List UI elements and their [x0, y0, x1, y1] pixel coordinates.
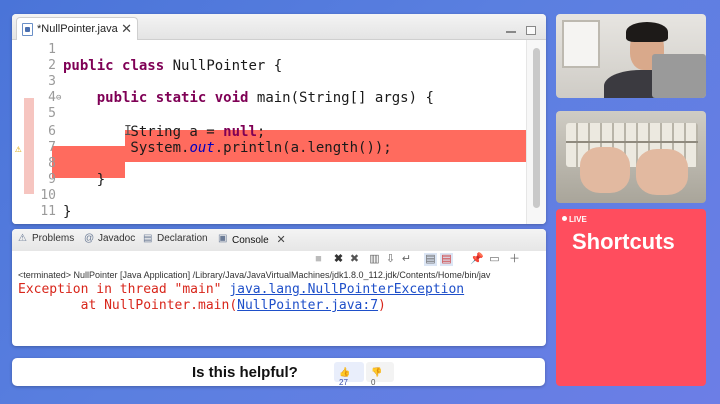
- code-line[interactable]: 4 ⊖ public static void main(String[] args…: [12, 90, 526, 106]
- code-text: System.out.println(a.length());: [63, 140, 392, 156]
- maximize-icon[interactable]: [526, 26, 536, 35]
- tab-label: Console: [232, 235, 269, 246]
- exception-prefix: Exception in thread "main": [18, 282, 230, 297]
- line-number: 10: [40, 188, 56, 203]
- line-number: 11: [40, 204, 56, 219]
- line-number: 3: [48, 74, 56, 89]
- line-number: 5: [48, 106, 56, 121]
- code-line[interactable]: 11}: [12, 204, 526, 220]
- keyboard-row-divider: [566, 141, 698, 143]
- minimize-icon[interactable]: [505, 29, 516, 33]
- code-line[interactable]: 5: [12, 106, 526, 122]
- tab-nullpointer-java[interactable]: *NullPointer.java ✕: [16, 17, 138, 40]
- code-line[interactable]: 7 ⚠ System.out.println(a.length());: [12, 140, 526, 156]
- thumbs-down-icon: 👎: [371, 367, 383, 377]
- console-window: ⚠ Problems @ Javadoc ▤ Declaration ▣ Con…: [12, 229, 546, 346]
- code-text: }: [63, 204, 72, 220]
- tab-label: Javadoc: [98, 233, 136, 244]
- remove-launch-icon[interactable]: ✖: [332, 253, 345, 266]
- like-button[interactable]: 👍27: [334, 362, 364, 387]
- feedback-question: Is this helpful?: [192, 364, 298, 381]
- live-badge: LIVE: [562, 215, 587, 224]
- tab-javadoc[interactable]: @ Javadoc: [84, 233, 135, 249]
- live-label: LIVE: [569, 215, 587, 224]
- right-hand: [636, 149, 688, 195]
- code-text: public class NullPointer {: [63, 58, 283, 74]
- close-icon[interactable]: ✕: [121, 21, 132, 37]
- tab-console[interactable]: ▣ Console ✕: [218, 233, 286, 249]
- background-window: [562, 20, 600, 68]
- code-text: public static void main(String[] args) {: [96, 90, 434, 106]
- code-area[interactable]: 1 2 public class NullPointer { 3 4 ⊖ public s…: [12, 40, 527, 224]
- java-file-icon: [22, 23, 33, 36]
- console-output: Exception in thread "main" java.lang.Nul…: [18, 282, 464, 314]
- show-on-output-icon[interactable]: ▤: [424, 253, 437, 266]
- code-line[interactable]: 1: [12, 42, 526, 58]
- dislike-button[interactable]: 👎0: [366, 362, 394, 387]
- open-console-icon[interactable]: ＋: [508, 253, 521, 266]
- line-number: 9: [48, 172, 56, 187]
- laptop: [652, 54, 706, 98]
- code-editor-window: *NullPointer.java ✕ 1 2 public class NullP…: [12, 14, 546, 224]
- stack-prefix: at NullPointer.main(: [18, 298, 238, 313]
- console-toolbar: ■ ✖ ✖ ▥ ⇩ ↵ ▤ ▤ 📌 ▭ ＋: [12, 251, 546, 269]
- clear-console-icon[interactable]: ▥: [368, 253, 381, 266]
- problems-icon: ⚠: [18, 233, 27, 244]
- terminated-status: <terminated> NullPointer [Java Applicati…: [18, 270, 491, 280]
- console-icon: ▣: [218, 233, 228, 244]
- webcam-keyboard-view: [556, 111, 706, 203]
- code-line[interactable]: 3: [12, 74, 526, 90]
- pin-console-icon[interactable]: 📌: [470, 253, 484, 266]
- left-hand: [580, 147, 630, 193]
- dislike-count: 0: [371, 378, 376, 387]
- close-icon[interactable]: ✕: [276, 234, 285, 246]
- declaration-icon: ▤: [143, 233, 153, 244]
- javadoc-icon: @: [84, 233, 95, 244]
- shortcuts-card: LIVE Shortcuts: [556, 209, 706, 386]
- line-number: 2: [48, 58, 56, 73]
- tab-label: Declaration: [157, 233, 208, 244]
- stack-trace-link[interactable]: NullPointer.java:7: [237, 298, 378, 313]
- live-dot-icon: [562, 216, 567, 221]
- code-text: String a = null;: [63, 124, 266, 140]
- scroll-lock-icon[interactable]: ⇩: [384, 253, 397, 266]
- word-wrap-icon[interactable]: ↵: [400, 253, 413, 266]
- warning-icon: ⚠: [15, 142, 22, 155]
- shortcuts-title: Shortcuts: [572, 229, 675, 254]
- stack-suffix: ): [378, 298, 386, 313]
- stop-icon[interactable]: ■: [312, 253, 325, 266]
- code-line[interactable]: 6I String a = null;: [12, 124, 526, 140]
- editor-window-controls: [500, 22, 536, 40]
- code-line[interactable]: 10: [12, 188, 526, 204]
- editor-vertical-scrollbar[interactable]: [526, 40, 546, 224]
- tab-problems[interactable]: ⚠ Problems: [18, 233, 74, 249]
- person-hair: [626, 22, 668, 42]
- thumbs-up-icon: 👍: [339, 367, 351, 377]
- scrollbar-thumb[interactable]: [533, 48, 540, 208]
- line-number: 4: [48, 90, 56, 105]
- display-console-icon[interactable]: ▭: [488, 253, 501, 266]
- editor-tab-bar: *NullPointer.java ✕: [12, 14, 546, 40]
- line-number: 8: [48, 156, 56, 171]
- view-tab-bar: ⚠ Problems @ Javadoc ▤ Declaration ▣ Con…: [12, 229, 546, 251]
- code-line[interactable]: 2 public class NullPointer {: [12, 58, 526, 74]
- feedback-bar: Is this helpful? 👍27 👎0: [12, 358, 545, 387]
- webcam-face-view: [556, 14, 706, 98]
- show-on-error-icon[interactable]: ▤: [440, 253, 453, 266]
- tab-title: *NullPointer.java: [37, 23, 118, 35]
- code-line[interactable]: 8: [12, 156, 526, 172]
- like-count: 27: [339, 378, 348, 387]
- line-number: 1: [48, 42, 56, 57]
- fold-icon[interactable]: ⊖: [56, 90, 61, 106]
- line-number: 6: [48, 124, 56, 139]
- tab-declaration[interactable]: ▤ Declaration: [143, 233, 208, 249]
- tab-label: Problems: [32, 233, 75, 244]
- remove-all-icon[interactable]: ✖: [348, 253, 361, 266]
- exception-link[interactable]: java.lang.NullPointerException: [229, 282, 464, 297]
- code-line[interactable]: 9 }: [12, 172, 526, 188]
- code-text: }: [63, 172, 106, 188]
